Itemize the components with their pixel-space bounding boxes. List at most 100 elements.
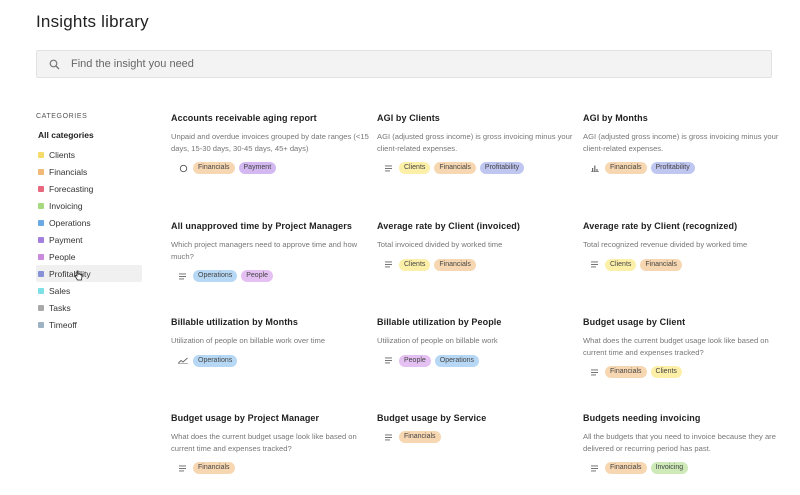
insight-card[interactable]: Billable utilization by Months Utilizatio… [171, 317, 371, 367]
category-tag[interactable]: Financials [434, 162, 476, 174]
insight-card[interactable]: AGI by Clients AGI (adjusted gross income… [377, 113, 577, 174]
insight-card-title: Average rate by Client (recognized) [583, 221, 738, 231]
sidebar-item-profitability[interactable]: Profitability [36, 265, 142, 282]
sidebar-item-forecasting[interactable]: Forecasting [36, 180, 142, 197]
insight-card-tags: Financials [171, 462, 371, 474]
insight-card-tags: Clients Financials Profitability [377, 162, 577, 174]
insight-card-title: Billable utilization by Months [171, 317, 299, 327]
sidebar-item-timeoff[interactable]: Timeoff [36, 316, 142, 333]
category-tag[interactable]: Clients [399, 162, 431, 174]
sidebar-item-label: Forecasting [49, 183, 94, 194]
insight-card-title: Average rate by Client (invoiced) [377, 221, 521, 231]
category-color-swatch [38, 304, 44, 311]
category-color-swatch [38, 202, 44, 209]
insight-card[interactable]: Budget usage by Project Manager What does… [171, 413, 371, 474]
insight-card-description: Which project managers need to approve t… [171, 240, 358, 261]
category-tag[interactable]: People [241, 270, 274, 282]
search-bar[interactable] [36, 50, 772, 78]
insight-card-title: Budget usage by Service [377, 413, 487, 423]
insight-card-description: What does the current budget usage look … [583, 336, 769, 357]
line-chart-icon [177, 355, 189, 367]
insight-card[interactable]: Billable utilization by People Utilizatio… [377, 317, 577, 367]
search-input[interactable] [71, 52, 751, 76]
insight-card-tags: Financials [377, 431, 577, 443]
category-color-swatch [38, 321, 44, 328]
category-tag[interactable]: Financials [605, 462, 647, 474]
sidebar-item-financials[interactable]: Financials [36, 163, 142, 180]
sidebar-item-sales[interactable]: Sales [36, 282, 142, 299]
category-tag[interactable]: Financials [605, 162, 647, 174]
list-icon [177, 270, 189, 282]
sidebar-item-label: Invoicing [49, 200, 83, 211]
insight-card-tags: Financials Profitability [583, 162, 783, 174]
sidebar-item-invoicing[interactable]: Invoicing [36, 197, 142, 214]
insight-card-tags: Clients Financials [377, 258, 577, 271]
insight-card[interactable]: Budgets needing invoicing All the budgets… [583, 413, 783, 474]
category-sidebar: CATEGORIES All categories Clients Financi… [36, 113, 142, 333]
category-color-swatch [38, 219, 44, 226]
category-tag[interactable]: Financials [640, 258, 682, 271]
insight-card-title: Budget usage by Project Manager [171, 413, 320, 423]
sidebar-item-label: People [49, 251, 76, 262]
insight-card-description: Utilization of people on billable work o… [171, 336, 326, 345]
sidebar-item-payment[interactable]: Payment [36, 231, 142, 248]
category-color-swatch [38, 236, 44, 243]
insight-card-title: Accounts receivable aging report [171, 113, 317, 123]
insight-card[interactable]: Average rate by Client (invoiced) Total i… [377, 221, 577, 271]
insight-card[interactable]: Budget usage by Client What does the curr… [583, 317, 783, 378]
category-tag[interactable]: Profitability [650, 162, 695, 174]
category-tag[interactable]: Clients [605, 258, 637, 271]
insight-card[interactable]: Budget usage by Service Financials [377, 413, 577, 443]
sidebar-heading: CATEGORIES [36, 113, 88, 120]
list-icon [383, 162, 395, 174]
insight-card-description: Total recognized revenue divided by work… [583, 240, 748, 249]
category-tag[interactable]: Invoicing [650, 462, 689, 474]
category-tag[interactable]: Financials [434, 258, 476, 271]
insight-card-description: All the budgets that you need to invoice… [583, 432, 776, 453]
category-tag[interactable]: Profitability [479, 162, 525, 174]
insight-card-title: AGI by Clients [377, 113, 440, 123]
sidebar-item-label: Profitability [49, 268, 91, 279]
sidebar-item-label: Timeoff [49, 319, 77, 330]
category-tag[interactable]: Financials [193, 462, 235, 474]
insight-card[interactable]: AGI by Months AGI (adjusted gross income)… [583, 113, 783, 174]
insight-card-description: Unpaid and overdue invoices grouped by d… [171, 132, 369, 153]
insight-card-description: What does the current budget usage look … [171, 432, 357, 453]
category-tag[interactable]: Operations [193, 354, 238, 367]
insight-card-title: Budgets needing invoicing [583, 413, 701, 423]
category-tag[interactable]: Payment [238, 162, 277, 174]
sidebar-item-all-categories[interactable]: All categories [36, 129, 142, 146]
insight-card-tags: People Operations [377, 354, 577, 367]
sidebar-item-label: Clients [49, 149, 75, 160]
insight-card[interactable]: Accounts receivable aging report Unpaid a… [171, 113, 371, 174]
list-icon [589, 462, 601, 474]
category-tag[interactable]: Financials [399, 431, 441, 443]
insight-card[interactable]: All unapproved time by Project Managers W… [171, 221, 371, 282]
category-tag[interactable]: Clients [399, 258, 431, 271]
list-icon [383, 431, 395, 443]
category-tag[interactable]: Financials [605, 366, 647, 378]
list-icon [177, 462, 189, 474]
list-icon [383, 259, 395, 271]
category-color-swatch [38, 270, 44, 277]
sidebar-item-label: Payment [49, 234, 83, 245]
category-tag[interactable]: Clients [650, 366, 682, 378]
sidebar-item-tasks[interactable]: Tasks [36, 299, 142, 316]
insight-card-tags: Operations [171, 354, 371, 367]
insight-card-title: Billable utilization by People [377, 317, 502, 327]
category-tag[interactable]: Operations [193, 270, 238, 282]
sidebar-item-operations[interactable]: Operations [36, 214, 142, 231]
insight-card-tags: Financials Clients [583, 366, 783, 378]
category-color-swatch [38, 253, 44, 260]
sidebar-item-clients[interactable]: Clients [36, 146, 142, 163]
insight-card-description: Utilization of people on billable work [377, 336, 498, 345]
list-icon [383, 355, 395, 367]
search-icon [37, 59, 71, 70]
category-tag[interactable]: People [399, 354, 431, 367]
insight-card-description: AGI (adjusted gross income) is gross inv… [377, 132, 573, 153]
sidebar-item-people[interactable]: People [36, 248, 142, 265]
category-tag[interactable]: Operations [434, 354, 480, 367]
insight-card-title: All unapproved time by Project Managers [171, 221, 352, 231]
insight-card[interactable]: Average rate by Client (recognized) Total… [583, 221, 783, 271]
category-tag[interactable]: Financials [193, 162, 235, 174]
